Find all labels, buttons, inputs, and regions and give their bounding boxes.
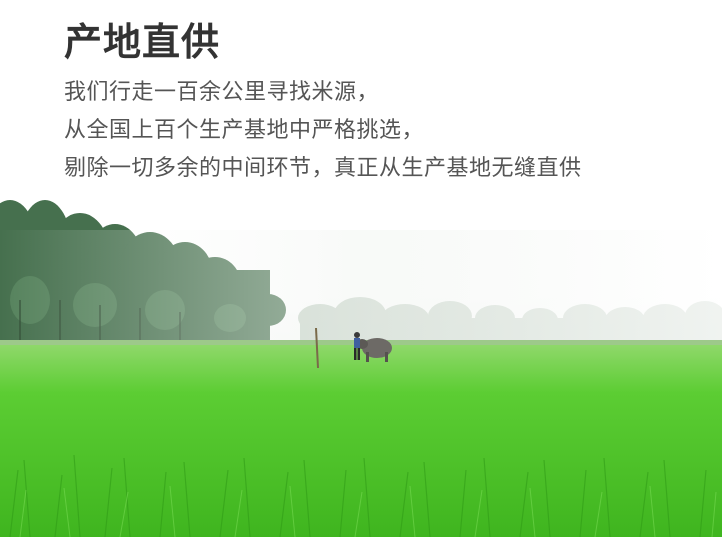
intro-text: 我们行走一百余公里寻找米源， 从全国上百个生产基地中严格挑选， 剔除一切多余的中… [64, 74, 582, 188]
intro-line: 我们行走一百余公里寻找米源， [64, 80, 380, 105]
intro-line: 剔除一切多余的中间环节，真正从生产基地无缝直供 [64, 156, 582, 181]
intro-line: 从全国上百个生产基地中严格挑选， [64, 118, 425, 143]
hero-banner: 产地直供 我们行走一百余公里寻找米源， 从全国上百个生产基地中严格挑选， 剔除一… [0, 0, 722, 537]
page-title: 产地直供 [64, 20, 221, 64]
